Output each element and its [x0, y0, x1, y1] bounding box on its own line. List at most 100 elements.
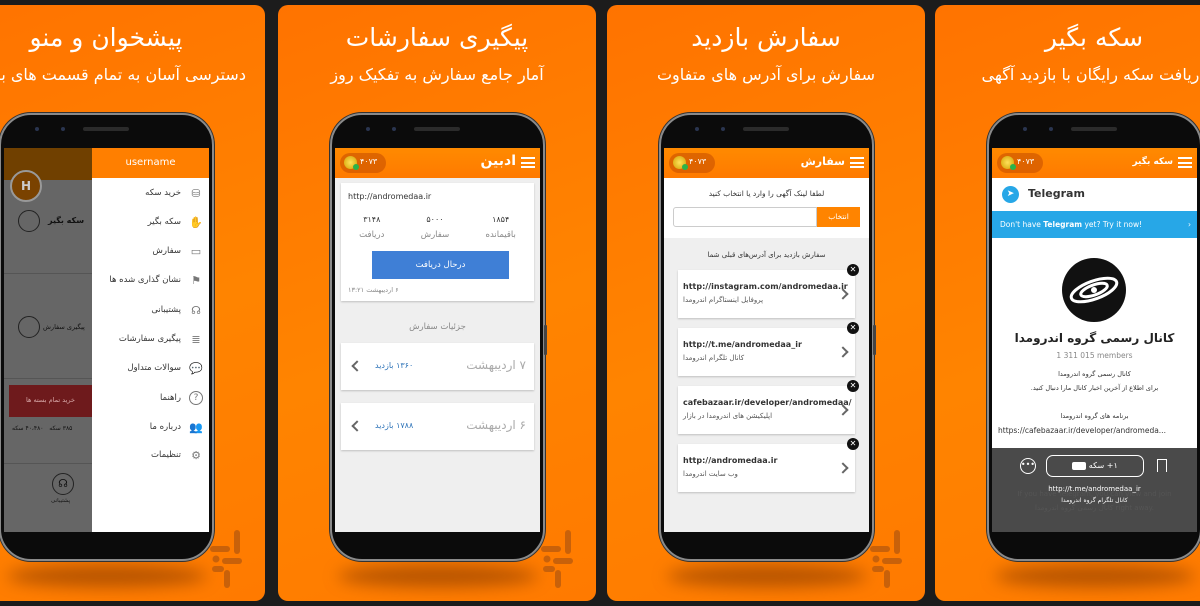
screen: سکه بگیر ۴۰۷۳ ➤ Telegram Don't have Tele… — [992, 148, 1197, 532]
more-options-icon[interactable]: ••• — [1020, 458, 1036, 474]
panel-subtitle: سفارش برای آدرس های متفاوت — [656, 65, 876, 84]
bazaar-logo-icon — [210, 530, 242, 588]
history-item[interactable]: http://instagram.com/andromedaa.ir پروفا… — [678, 270, 855, 318]
overlay-caption: کانال تلگرام گروه اندرومدا — [1061, 497, 1128, 504]
bookmark-icon: ⚑ — [191, 273, 201, 287]
channel-description: کانال رسمی گروه اندرومدا — [1058, 370, 1131, 378]
menu-item-bookmarks[interactable]: ⚑ نشان گذاری شده ها — [109, 270, 203, 290]
try-telegram-banner[interactable]: Don't have Telegram yet? Try it now! › — [992, 211, 1197, 238]
history-desc: کانال تلگرام اندرومدا — [683, 354, 745, 362]
menu-item-support[interactable]: ☊ پشتیبانی — [151, 300, 203, 320]
app-bar: سفارش ۴۰۷۳ — [664, 148, 869, 178]
history-url: http://t.me/andromedaa_ir — [683, 340, 802, 349]
history-desc: پروفایل اینستاگرام اندرومدا — [683, 296, 764, 304]
order-url: http://andromedaa.ir — [348, 192, 432, 201]
phone-frame: H سکه بگیر پیگیری سفارش خرید تمام بسته ه… — [0, 113, 214, 561]
panel-title: سکه بگیر — [1044, 23, 1144, 52]
phone-frame: سکه بگیر ۴۰۷۳ ➤ Telegram Don't have Tele… — [987, 113, 1200, 561]
menu-item-get-coin[interactable]: ✋ سکه بگیر — [148, 212, 203, 232]
channel-link[interactable]: https://cafebazaar.ir/developer/andromed… — [998, 426, 1197, 435]
buy-all-banner[interactable]: خرید تمام بسته ها — [9, 385, 92, 417]
remove-icon[interactable]: ✕ — [847, 322, 859, 334]
channel-name: کانال رسمی گروه اندرومدا — [1014, 331, 1175, 345]
package-prices: ۳۸۵ سکه ۴۰،۴۸۰ سکه — [12, 425, 73, 432]
history-item[interactable]: http://andromedaa.ir وب سایت اندرومدا — [678, 444, 855, 492]
menu-item-buy-coin[interactable]: ⛁ خرید سکه — [145, 183, 203, 203]
coin-balance[interactable]: ۴۰۷۳ — [340, 153, 386, 173]
menu-item-about[interactable]: 👥 درباره ما — [150, 417, 203, 437]
stack-icon: ≣ — [191, 332, 201, 346]
details-title: جزئیات سفارش — [409, 322, 466, 332]
history-url: http://andromedaa.ir — [683, 456, 778, 465]
promo-panel-earn-coin: سکه بگیر دریافت سکه رایگان با بازدید آگه… — [935, 5, 1200, 601]
coin-balance[interactable]: ۴۰۷۳ — [997, 153, 1043, 173]
avatar[interactable]: H — [10, 170, 42, 202]
order-date: ۶ اردیبهشت ۱۳:۲۱ — [348, 286, 399, 294]
help-icon: ? — [189, 391, 203, 405]
earn-coin-button[interactable]: ۱+ سکه — [1046, 455, 1144, 477]
chevron-right-icon: › — [1188, 220, 1191, 229]
history-url: http://instagram.com/andromedaa.ir — [683, 282, 848, 291]
bookmark-icon[interactable] — [1157, 459, 1167, 472]
panel-subtitle: دریافت سکه رایگان با بازدید آگهی — [981, 65, 1200, 84]
side-button — [544, 325, 547, 355]
speaker — [1071, 127, 1117, 131]
stat-ordered: ۵۰۰۰ سفارش — [420, 215, 450, 240]
sensor-icon — [1049, 127, 1053, 131]
remove-icon[interactable]: ✕ — [847, 438, 859, 450]
camera-icon — [35, 127, 39, 131]
menu-item-help[interactable]: ? راهنما — [160, 388, 203, 408]
coin-balance[interactable]: ۴۰۷۳ — [669, 153, 715, 173]
gear-icon: ⚙ — [191, 448, 201, 462]
remove-icon[interactable]: ✕ — [847, 264, 859, 276]
app-logo: ادبین — [480, 153, 516, 169]
day-row[interactable]: ۷ اردیبهشت ۱۳۶۰ بازدید — [341, 343, 534, 390]
phone-shadow — [7, 565, 207, 587]
hamburger-menu-icon[interactable] — [1178, 157, 1192, 168]
menu-item-faq[interactable]: 💬 سوالات متداول — [127, 358, 203, 378]
hamburger-menu-icon[interactable] — [521, 157, 535, 168]
history-item[interactable]: http://t.me/andromedaa_ir کانال تلگرام ا… — [678, 328, 855, 376]
nav-drawer: username ⛁ خرید سکه ✋ سکه بگیر ▭ سفارش ⚑ نشا… — [92, 148, 209, 532]
chevron-left-icon — [351, 420, 363, 432]
screen: سفارش ۴۰۷۳ لطفا لینک آگهی را وارد یا انت… — [664, 148, 869, 532]
ticket-icon: ▭ — [190, 244, 202, 258]
select-button[interactable]: انتخاب — [817, 207, 860, 227]
camera-icon — [695, 127, 699, 131]
day-row[interactable]: ۶ اردیبهشت ۱۷۸۸ بازدید — [341, 403, 534, 450]
coin-overlay: If you have Telegram, you can view and j… — [992, 448, 1197, 532]
bazaar-logo-icon — [870, 530, 902, 588]
telegram-brand: Telegram — [1028, 187, 1085, 200]
promo-panel-order-tracking: پیگیری سفارشات آمار جامع سفارش به تفکیک … — [278, 5, 596, 601]
channel-description: برنامه های گروه اندرومدا — [1060, 412, 1129, 420]
headset-icon: ☊ — [191, 303, 201, 317]
chart-icon — [18, 316, 40, 338]
sensor-icon — [392, 127, 396, 131]
remove-icon[interactable]: ✕ — [847, 380, 859, 392]
chevron-right-icon — [837, 346, 849, 358]
menu-item-track-orders[interactable]: ≣ پیگیری سفارشات — [119, 329, 203, 349]
member-count: 1 311 015 members — [1056, 351, 1133, 360]
camera-icon — [1023, 127, 1027, 131]
promo-panel-order-visit: سفارش بازدید سفارش برای آدرس های متفاوت … — [607, 5, 925, 601]
hand-coin-icon: ✋ — [189, 215, 203, 229]
tile-track-orders[interactable]: پیگیری سفارش — [43, 323, 85, 331]
phone-shadow — [338, 565, 538, 587]
phone-shadow — [667, 565, 867, 587]
speaker — [743, 127, 789, 131]
sensor-icon — [721, 127, 725, 131]
screen: ادبین ۴۰۷۳ http://andromedaa.ir ۱۸۵۴ باقی… — [335, 148, 540, 532]
history-desc: اپلیکیشن های اندرومدا در بازار — [683, 412, 773, 420]
phone-frame: سفارش ۴۰۷۳ لطفا لینک آگهی را وارد یا انت… — [659, 113, 876, 561]
ad-link-input[interactable] — [673, 207, 817, 227]
chevron-left-icon — [351, 360, 363, 372]
order-summary-card: http://andromedaa.ir ۱۸۵۴ باقیمانده ۵۰۰۰ س… — [341, 183, 534, 301]
nav-support[interactable]: پشتیبانی — [51, 498, 70, 504]
menu-item-order[interactable]: ▭ سفارش — [153, 241, 204, 261]
menu-item-settings[interactable]: ⚙ تنظیمات — [151, 445, 203, 465]
status-button[interactable]: درحال دریافت — [372, 251, 509, 279]
stat-received: ۳۱۴۸ دریافت — [359, 215, 385, 240]
hamburger-menu-icon[interactable] — [850, 157, 864, 168]
tile-get-coin[interactable]: سکه بگیر — [48, 216, 84, 225]
history-item[interactable]: cafebazaar.ir/developer/andromedaa/ اپلی… — [678, 386, 855, 434]
